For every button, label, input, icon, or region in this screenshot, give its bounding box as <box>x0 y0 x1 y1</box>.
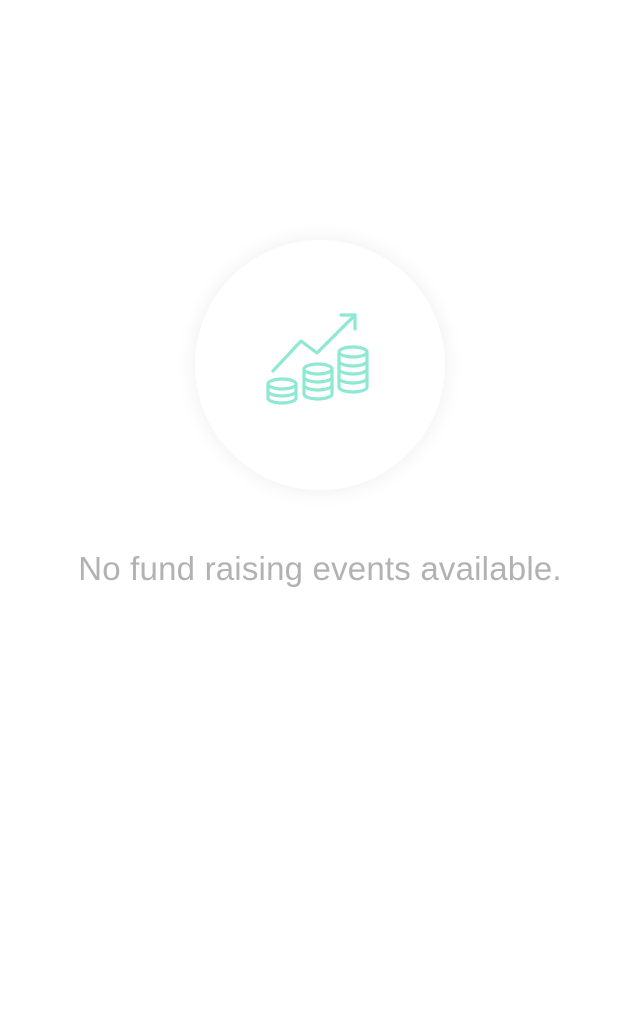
empty-state: No fund raising events available. <box>0 240 640 588</box>
empty-state-message: No fund raising events available. <box>78 550 562 587</box>
fundraising-screen: No fund raising events available. <box>0 0 640 1012</box>
growth-coins-icon <box>266 313 369 405</box>
empty-state-icon-circle <box>195 240 445 490</box>
